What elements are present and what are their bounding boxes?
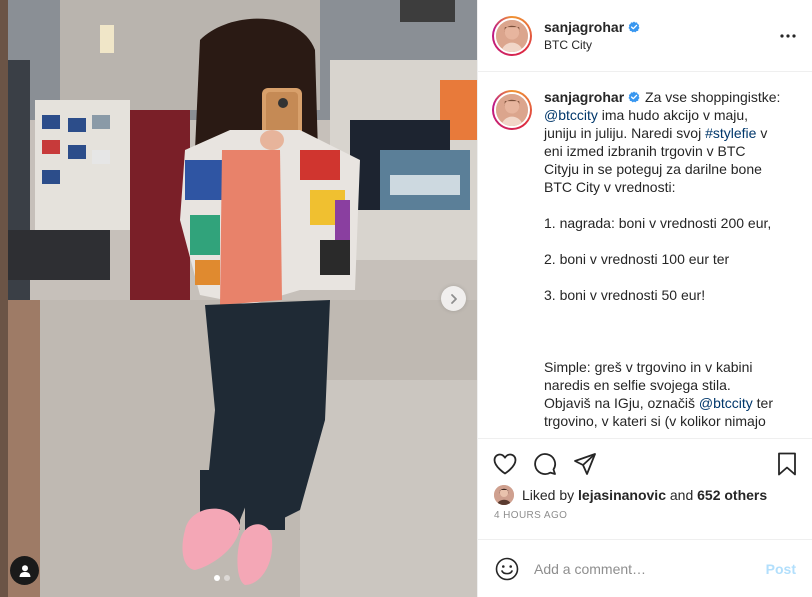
- liker-username[interactable]: lejasinanovic: [578, 487, 666, 503]
- caption-text: 3. boni v vrednosti 50 eur!: [544, 287, 706, 303]
- caption-line: sanjagrohar Za vse shoppingistke:: [544, 88, 796, 106]
- verified-badge-icon: [628, 21, 640, 33]
- save-button[interactable]: [772, 449, 802, 479]
- caption-text: Cityju in se poteguj za darilne bone: [544, 161, 762, 177]
- user-tag-icon: [19, 564, 30, 577]
- carousel-dot: [224, 575, 230, 581]
- caption-text: Objaviš na IGju, označiš: [544, 395, 699, 411]
- caption-text: ima hudo akcijo v maju,: [597, 107, 749, 123]
- bookmark-icon: [778, 452, 796, 476]
- caption-text: eni izmed izbranih trgovin v BTC: [544, 143, 746, 159]
- post-location[interactable]: BTC City: [544, 38, 776, 52]
- caption-line: Simple: greš v trgovino in v kabini: [544, 358, 796, 376]
- post-timestamp[interactable]: 4 HOURS AGO: [494, 510, 796, 521]
- mention-link[interactable]: @btccity: [699, 395, 753, 411]
- caption-text: juniju in juliju. Naredi svoj: [544, 125, 706, 141]
- caption-line: 3. boni v vrednosti 50 eur!: [544, 286, 796, 304]
- more-options-button[interactable]: [776, 24, 800, 48]
- caption-text: v: [756, 125, 768, 141]
- tagged-users-button[interactable]: [10, 556, 39, 585]
- heart-icon: [493, 453, 517, 475]
- share-button[interactable]: [570, 449, 600, 479]
- next-media-button[interactable]: [441, 286, 466, 311]
- caption-text: 1. nagrada: boni v vrednosti 200 eur,: [544, 215, 772, 231]
- more-options-icon: [780, 33, 796, 38]
- caption-line: Cityju in se poteguj za darilne bone: [544, 160, 796, 178]
- caption-line: trgovino, v kateri si (v kolikor nimajo: [544, 412, 796, 430]
- post-actions: Liked by lejasinanovic and 652 others 4 …: [478, 438, 812, 539]
- post-caption: sanjagrohar Za vse shoppingistke: @btccit…: [544, 88, 796, 438]
- caption-text: trgovino, v kateri si (v kolikor nimajo: [544, 413, 766, 429]
- liked-by-connector: and: [665, 487, 698, 503]
- post-dialog: sanjagrohar BTC City sanjagrohar Za vse …: [0, 0, 812, 597]
- comment-icon: [534, 453, 556, 475]
- comment-button[interactable]: [530, 449, 560, 479]
- post-photo: [0, 0, 477, 597]
- carousel-dot-active: [214, 575, 220, 581]
- post-header: sanjagrohar BTC City: [478, 0, 812, 72]
- hashtag-link[interactable]: #stylefie: [705, 125, 756, 141]
- like-button[interactable]: [490, 449, 520, 479]
- caption-text: BTC City v vrednosti:: [544, 179, 676, 195]
- caption-line: eni izmed izbranih trgovin v BTC: [544, 142, 796, 160]
- caption-username[interactable]: sanjagrohar: [544, 89, 624, 105]
- comments-section[interactable]: sanjagrohar Za vse shoppingistke: @btccit…: [478, 72, 812, 438]
- share-icon: [574, 453, 596, 475]
- caption-line: 2. boni v vrednosti 100 eur ter: [544, 250, 796, 268]
- post-media[interactable]: [0, 0, 477, 597]
- caption-line: Objaviš na IGju, označiš @btccity ter: [544, 394, 796, 412]
- verified-badge-icon: [628, 91, 640, 103]
- likes-summary: Liked by lejasinanovic and 652 others: [494, 484, 796, 506]
- emoji-icon: [495, 557, 519, 580]
- liker-avatar[interactable]: [494, 485, 514, 505]
- post-sidebar: sanjagrohar BTC City sanjagrohar Za vse …: [477, 0, 812, 597]
- caption-line: juniju in juliju. Naredi svoj #stylefie …: [544, 124, 796, 142]
- liked-by-prefix: Liked by: [522, 487, 579, 503]
- caption-line: @btccity ima hudo akcijo v maju,: [544, 106, 796, 124]
- caption-author-avatar[interactable]: [492, 90, 532, 130]
- avatar-image: [494, 17, 530, 54]
- caption-line: 1. nagrada: boni v vrednosti 200 eur,: [544, 214, 796, 232]
- add-comment-bar: Post: [478, 539, 812, 597]
- caption-text: Za vse shoppingistke:: [641, 89, 781, 105]
- caption-text: Simple: greš v trgovino in v kabini: [544, 359, 753, 375]
- avatar-image: [494, 92, 530, 128]
- author-avatar[interactable]: [492, 15, 532, 56]
- likes-count[interactable]: 652 others: [697, 487, 767, 503]
- caption-text: 2. boni v vrednosti 100 eur ter: [544, 251, 730, 267]
- caption-text: ter: [752, 395, 773, 411]
- comment-input[interactable]: [534, 560, 766, 577]
- chevron-right-icon: [450, 293, 457, 304]
- mention-link[interactable]: @btccity: [544, 107, 598, 123]
- caption-line: naredis en selfie svojega stila.: [544, 376, 796, 394]
- emoji-button[interactable]: [494, 556, 520, 582]
- post-comment-button[interactable]: Post: [766, 561, 796, 577]
- caption-line: BTC City v vrednosti:: [544, 178, 796, 196]
- carousel-indicator: [214, 575, 230, 581]
- caption-text: naredis en selfie svojega stila.: [544, 377, 731, 393]
- author-username[interactable]: sanjagrohar: [544, 19, 624, 35]
